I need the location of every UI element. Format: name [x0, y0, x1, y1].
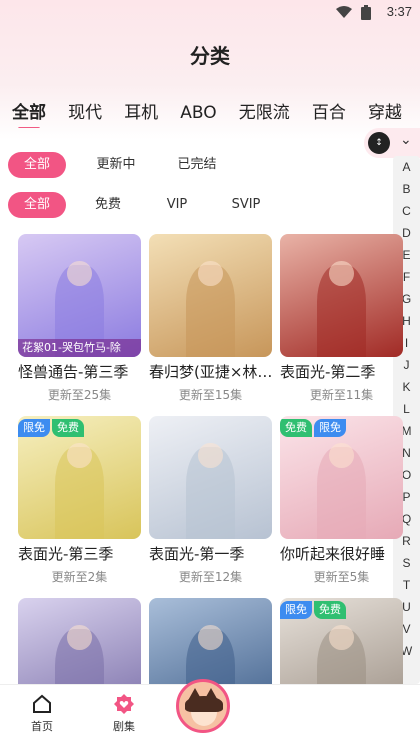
cover-image — [149, 234, 272, 357]
alphabet-letter[interactable]: C — [393, 200, 420, 222]
limited-free-badge: 限免 — [314, 419, 346, 437]
episode-count: 更新至15集 — [178, 388, 243, 402]
tab-infinite[interactable]: 无限流 — [239, 98, 290, 123]
avatar[interactable] — [176, 679, 230, 733]
filter-status-all[interactable]: 全部 — [8, 152, 66, 178]
drama-title: 表面光-第三季 — [18, 545, 114, 563]
tab-all[interactable]: 全部 — [12, 98, 46, 128]
status-filter-row: 全部 更新中 已完结 — [8, 152, 228, 178]
page-title: 分类 — [190, 44, 230, 68]
battery-icon — [361, 5, 371, 20]
filter-price-all[interactable]: 全部 — [8, 192, 66, 218]
badge-group: 限免 免费 — [280, 598, 348, 619]
cover-image: 免费 限免 — [280, 416, 403, 539]
limited-free-badge: 限免 — [280, 601, 312, 619]
drama-card[interactable]: 表面光-第一季更新至12集 — [149, 416, 272, 585]
category-tabs: 全部 现代 耳机 ABO 无限流 百合 穿越 — [12, 98, 420, 128]
sort-az-icon: ↕ — [368, 132, 390, 154]
free-badge: 免费 — [52, 419, 84, 437]
cover-figure-head — [198, 625, 223, 650]
drama-card[interactable]: 限免 免费表面光-第三季更新至2集 — [18, 416, 141, 585]
cover-image — [280, 234, 403, 357]
episode-count: 更新至11集 — [309, 388, 374, 402]
drama-card[interactable]: 表面光-第二季更新至11集 — [280, 234, 403, 403]
cover-image — [149, 416, 272, 539]
drama-heart-icon — [114, 694, 134, 714]
badge-group: 限免 免费 — [18, 416, 86, 437]
tab-earphone[interactable]: 耳机 — [124, 98, 158, 123]
nav-home-label: 首页 — [31, 720, 53, 733]
nav-drama[interactable]: 剧集 — [94, 693, 154, 734]
clock: 3:37 — [386, 4, 412, 19]
cover-caption: 花絮01-哭包竹马-除 — [18, 339, 141, 357]
filter-price-free[interactable]: 免费 — [66, 192, 150, 218]
cover-figure-head — [198, 443, 223, 468]
drama-title: 表面光-第一季 — [149, 545, 245, 563]
filter-status-completed[interactable]: 已完结 — [166, 152, 228, 178]
nav-drama-label: 剧集 — [113, 720, 135, 733]
drama-card[interactable]: 免费 限免你听起来很好睡更新至5集 — [280, 416, 403, 585]
limited-free-badge: 限免 — [18, 419, 50, 437]
drama-title: 你听起来很好睡 — [280, 545, 386, 563]
cover-figure-head — [329, 443, 354, 468]
filter-toggle-button[interactable]: ↕ ⌄ — [364, 128, 420, 158]
free-badge: 免费 — [280, 419, 312, 437]
drama-card[interactable]: 春归梦(亚捷×林… 更新至15集 — [149, 234, 272, 403]
filter-status-ongoing[interactable]: 更新中 — [66, 152, 166, 178]
tab-yuri[interactable]: 百合 — [312, 98, 346, 123]
cover-figure-head — [329, 625, 354, 650]
episode-count: 更新至25集 — [47, 388, 112, 402]
filter-price-vip[interactable]: VIP — [150, 192, 204, 218]
home-icon — [33, 694, 51, 713]
bottom-nav: 首页 剧集 — [0, 679, 420, 747]
tab-modern[interactable]: 现代 — [68, 98, 102, 123]
drama-title: 表面光-第二季 — [280, 363, 376, 381]
alphabet-letter[interactable]: B — [393, 178, 420, 200]
cover-figure-head — [67, 443, 92, 468]
price-filter-row: 全部 免费 VIP SVIP — [8, 192, 288, 218]
cover-figure-head — [67, 261, 92, 286]
episode-count: 更新至12集 — [178, 570, 243, 584]
episode-count: 更新至2集 — [51, 570, 108, 584]
drama-card[interactable]: 花絮01-哭包竹马-除 怪兽通告-第三季更新至25集 — [18, 234, 141, 403]
tab-abo[interactable]: ABO — [180, 103, 216, 123]
avatar-hair — [185, 696, 223, 712]
nav-home[interactable]: 首页 — [12, 693, 72, 734]
cover-figure-head — [198, 261, 223, 286]
filter-price-svip[interactable]: SVIP — [204, 192, 288, 218]
cover-image: 花絮01-哭包竹马-除 — [18, 234, 141, 357]
episode-count: 更新至5集 — [313, 570, 370, 584]
cover-image: 限免 免费 — [18, 416, 141, 539]
cover-figure-head — [329, 261, 354, 286]
drama-title: 怪兽通告-第三季 — [18, 363, 129, 381]
badge-group: 免费 限免 — [280, 416, 348, 437]
chevron-down-icon: ⌄ — [400, 132, 412, 148]
alphabet-letter[interactable]: A — [393, 156, 420, 178]
tab-time-travel[interactable]: 穿越 — [368, 98, 402, 123]
cover-figure-head — [67, 625, 92, 650]
status-bar: 3:37 — [0, 0, 420, 24]
drama-title: 春归梦(亚捷×林… — [149, 363, 272, 381]
free-badge: 免费 — [314, 601, 346, 619]
wifi-icon — [336, 6, 352, 18]
